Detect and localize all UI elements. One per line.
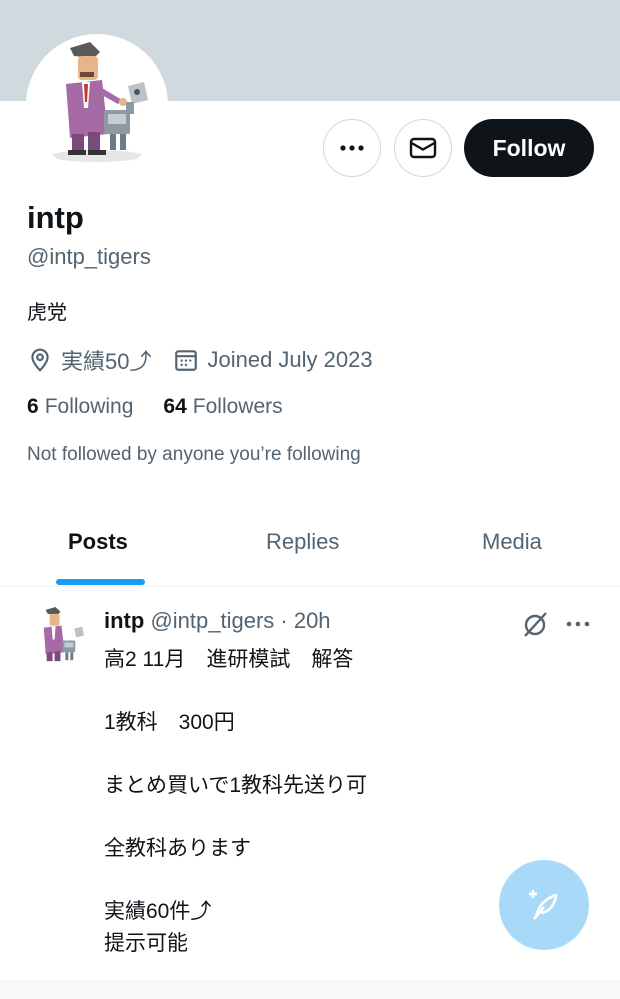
- envelope-icon: [409, 137, 437, 159]
- avatar-illustration: [30, 38, 164, 172]
- compose-post-button[interactable]: [499, 860, 589, 950]
- active-tab-indicator: [56, 579, 145, 585]
- next-post-preview: [0, 980, 620, 999]
- location-pin-icon: [31, 348, 49, 372]
- profile-tabs: Posts Replies Media: [0, 505, 620, 587]
- follow-button[interactable]: Follow: [464, 119, 594, 177]
- more-icon: [566, 621, 590, 627]
- calendar-icon: [175, 350, 198, 371]
- not-followed-note: Not followed by anyone you’re following: [27, 444, 361, 465]
- profile-name: intp: [27, 200, 84, 235]
- following-count: 6: [27, 395, 39, 418]
- post-more-button[interactable]: [563, 609, 593, 639]
- followers-label: Followers: [192, 395, 283, 418]
- followers-count: 64: [163, 395, 187, 418]
- profile-meta: 実績50⤴ Joined July 2023: [27, 344, 373, 376]
- avatar-illustration: [26, 605, 92, 671]
- profile-joined: Joined July 2023: [173, 347, 373, 373]
- post-avatar[interactable]: [26, 605, 92, 671]
- tab-media[interactable]: Media: [482, 529, 542, 555]
- message-button[interactable]: [394, 119, 452, 177]
- tab-replies[interactable]: Replies: [266, 529, 339, 555]
- profile-location: 実績50⤴: [27, 344, 151, 376]
- profile-avatar[interactable]: [26, 34, 168, 176]
- more-options-button[interactable]: [323, 119, 381, 177]
- post-header: intp @intp_tigers · 20h: [104, 608, 331, 634]
- following-link[interactable]: 6 Following: [27, 395, 133, 419]
- tab-posts[interactable]: Posts: [68, 529, 128, 555]
- post-text: 高2 11月 進研模試 解答 1教科 300円 まとめ買いで1教科先送り可 全教…: [104, 648, 368, 955]
- follow-stats: 6 Following 64 Followers: [27, 395, 283, 419]
- profile-handle: @intp_tigers: [27, 244, 151, 269]
- post-author-handle[interactable]: @intp_tigers · 20h: [150, 608, 330, 633]
- compose-feather-icon: [529, 890, 558, 920]
- location-text: 実績50⤴: [61, 349, 152, 374]
- joined-text: Joined July 2023: [207, 347, 373, 372]
- post-author-name[interactable]: intp: [104, 608, 144, 633]
- grok-icon[interactable]: [521, 609, 551, 639]
- followers-link[interactable]: 64 Followers: [163, 395, 282, 419]
- profile-bio: 虎党: [27, 302, 67, 324]
- more-icon: [340, 145, 364, 151]
- following-label: Following: [44, 395, 134, 418]
